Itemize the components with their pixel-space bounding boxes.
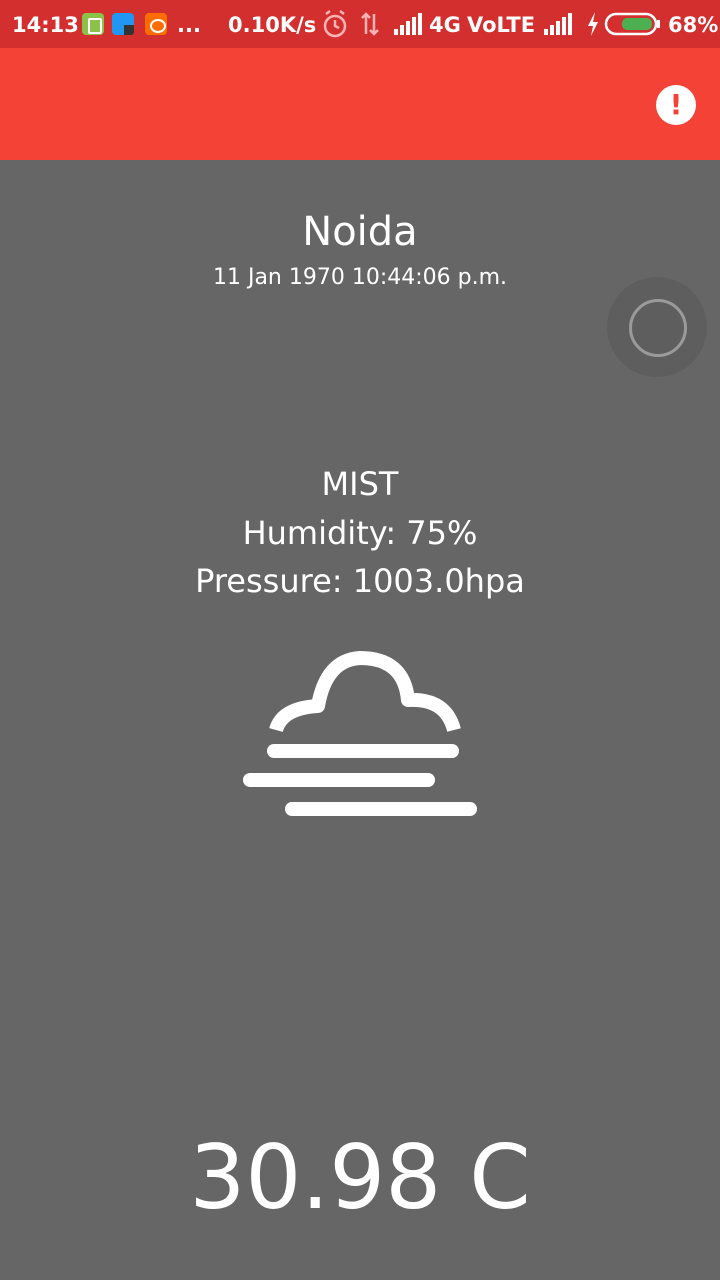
charging-icon (588, 12, 598, 36)
refresh-button[interactable] (607, 277, 707, 377)
app-notification-icon (112, 13, 134, 35)
sim-app-icon (82, 13, 104, 35)
temperature-value: 30.98 C (189, 1126, 531, 1229)
pressure-value: Pressure: 1003.0hpa (195, 562, 525, 600)
humidity-value: Humidity: 75% (242, 514, 478, 552)
status-time: 14:13 (12, 13, 79, 37)
more-notifications: ... (177, 13, 201, 37)
weather-description: MIST (321, 465, 399, 503)
date-time: 11 Jan 1970 10:44:06 p.m. (212, 265, 508, 290)
network-type: 4G (429, 13, 461, 37)
battery-icon (604, 12, 660, 36)
weather-screen: 14:13 ... 0.10K/s 4G VoLTE 68% ! Noida 1… (0, 0, 720, 1280)
volte-indicator: VoLTE (467, 13, 536, 37)
battery-percent: 68% (668, 13, 719, 37)
alert-icon[interactable]: ! (656, 85, 696, 125)
app-notification-icon-2 (145, 13, 167, 35)
network-speed: 0.10K/s (228, 13, 317, 37)
alarm-icon (323, 10, 347, 38)
city-name: Noida (302, 209, 418, 255)
status-bar: 14:13 ... 0.10K/s 4G VoLTE 68% (0, 0, 720, 48)
signal-icon-2 (544, 13, 572, 35)
app-bar: ! (0, 48, 720, 160)
signal-icon (394, 13, 422, 35)
mist-icon (243, 651, 477, 816)
data-transfer-icon (361, 12, 379, 36)
